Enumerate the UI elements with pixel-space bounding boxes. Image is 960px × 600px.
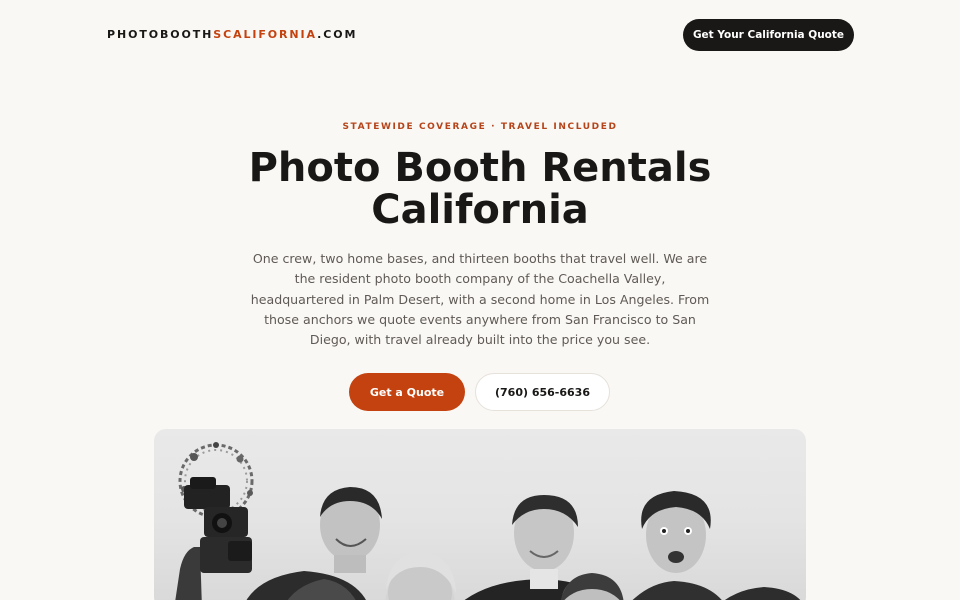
logo-text-part1: PHOTOBOOTH: [107, 28, 214, 41]
camera-prop: [175, 477, 252, 600]
page-title: Photo Booth Rentals California: [248, 145, 712, 233]
person-7: [724, 587, 801, 600]
group-photo-image: [175, 442, 801, 600]
get-quote-button[interactable]: Get a Quote: [349, 373, 465, 411]
site-header: PHOTOBOOTHSCALIFORNIA.COM Get Your Calif…: [0, 0, 960, 70]
hero-eyebrow: STATEWIDE COVERAGE · TRAVEL INCLUDED: [342, 122, 618, 132]
header-quote-button[interactable]: Get Your California Quote: [683, 19, 854, 51]
phone-button[interactable]: (760) 656-6636: [475, 373, 610, 411]
person-5: [560, 573, 624, 600]
person-6: [632, 491, 722, 600]
hero-photo: [154, 429, 806, 600]
site-logo[interactable]: PHOTOBOOTHSCALIFORNIA.COM: [107, 28, 357, 41]
logo-text-part2: SCALIFORNIA: [213, 28, 318, 41]
logo-text-part3: .COM: [317, 28, 358, 41]
person-2: [385, 553, 456, 600]
hero-description: One crew, two home bases, and thirteen b…: [250, 251, 710, 348]
